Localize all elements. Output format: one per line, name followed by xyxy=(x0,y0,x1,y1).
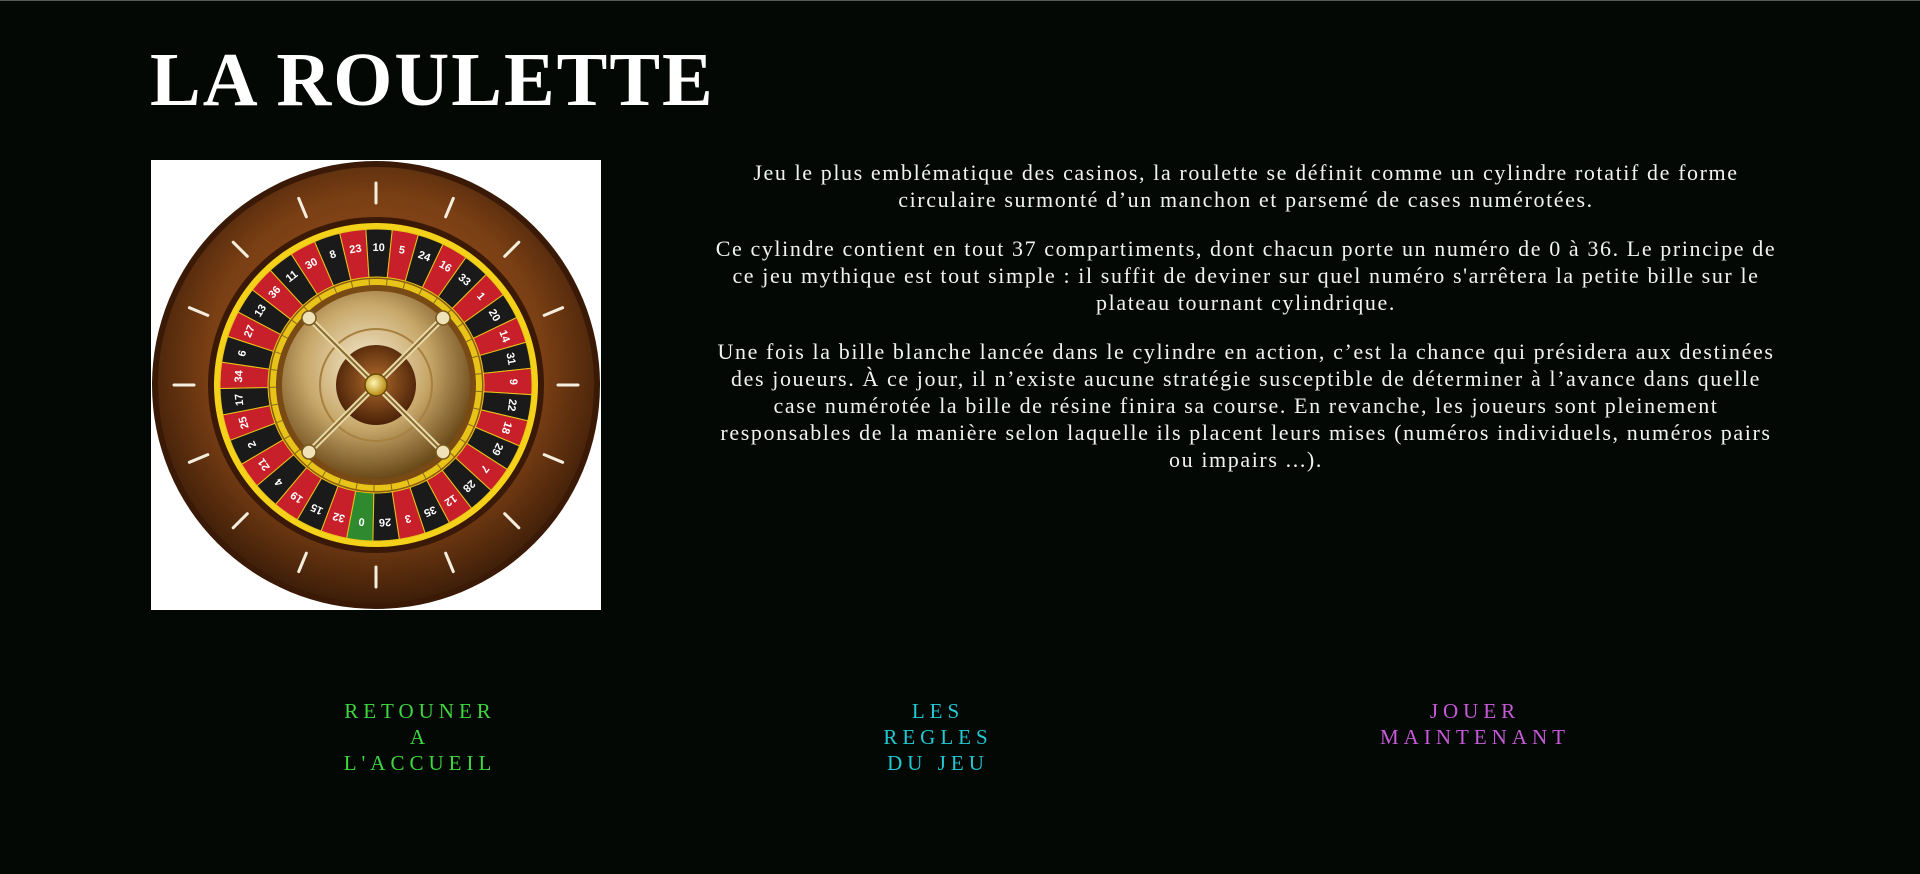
roulette-pocket-number: 34 xyxy=(233,369,246,383)
roulette-wheel-image: 0 32 15 19 4 21 2 25 17 34 6 27 13 36 11 30 8 23 10 5 24 16 33… xyxy=(151,160,601,610)
fret-line xyxy=(475,373,482,375)
play-link-line-1[interactable]: JOUER xyxy=(1345,698,1605,724)
home-link-line-3[interactable]: L'ACCUEIL xyxy=(320,750,520,776)
rules-link[interactable]: LES REGLES DU JEU xyxy=(848,698,1028,776)
roulette-pocket-number: 0 xyxy=(358,515,365,528)
roulette-pocket-number: 9 xyxy=(507,379,519,385)
roulette-pocket-number: 26 xyxy=(378,515,391,528)
description-paragraph-1: Jeu le plus emblématique des casinos, la… xyxy=(753,160,1739,212)
rules-link-line-3[interactable]: DU JEU xyxy=(848,750,1028,776)
home-link-line-2[interactable]: A xyxy=(320,724,520,750)
page-title: LA ROULETTE xyxy=(150,38,715,122)
roulette-pocket-number: 31 xyxy=(503,352,517,366)
roulette-wheel-graphic: 03215194212251734627133611308 23 10 5 241633… xyxy=(152,161,600,609)
roulette-pocket-number: 22 xyxy=(505,398,519,412)
roulette-pocket-number: 17 xyxy=(233,393,246,406)
description-paragraph-2: Ce cylindre contient en tout 37 comparti… xyxy=(715,236,1777,315)
rules-link-line-1[interactable]: LES xyxy=(848,698,1028,724)
play-link-line-2[interactable]: MAINTENANT xyxy=(1345,724,1605,750)
home-link-line-1[interactable]: RETOUNER xyxy=(320,698,520,724)
fret-line xyxy=(385,279,388,286)
play-now-link[interactable]: JOUER MAINTENANT xyxy=(1345,698,1605,750)
roulette-pocket-number: 10 xyxy=(372,242,384,254)
description-paragraph-3: Une fois la bille blanche lancée dans le… xyxy=(717,339,1775,472)
rules-link-line-2[interactable]: REGLES xyxy=(848,724,1028,750)
roulette-pocket-number: 23 xyxy=(349,243,363,257)
description: Jeu le plus emblématique des casinos, la… xyxy=(712,159,1780,495)
home-link[interactable]: RETOUNER A L'ACCUEIL xyxy=(320,698,520,776)
